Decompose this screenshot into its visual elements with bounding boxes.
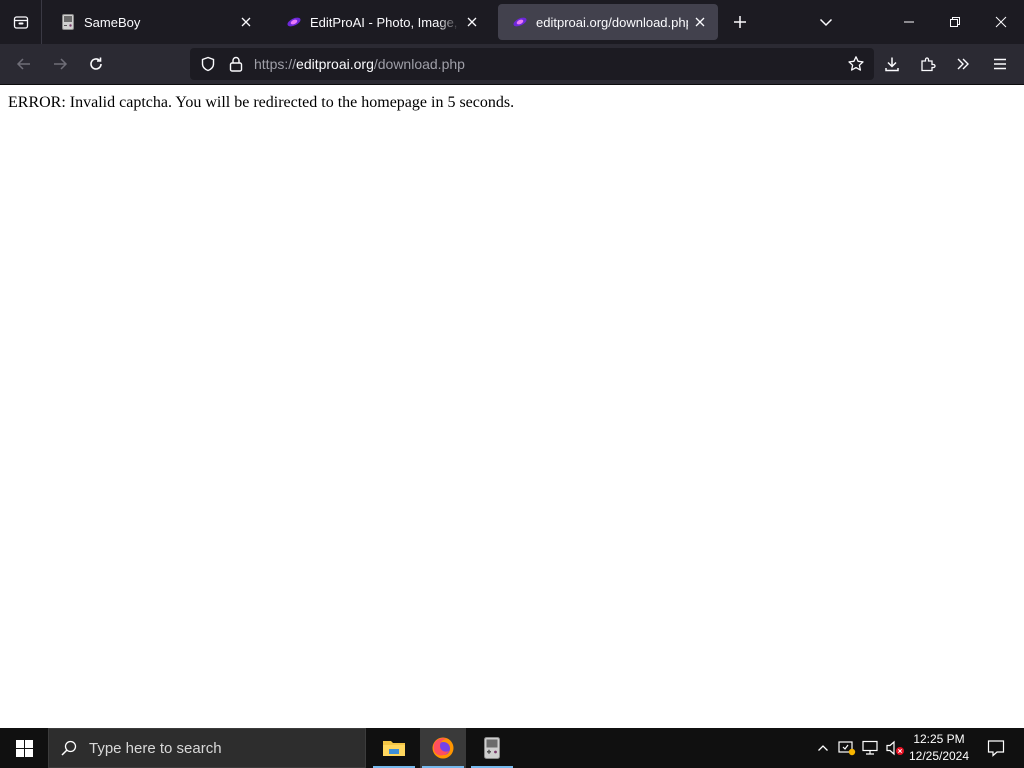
volume-tray-icon[interactable] xyxy=(884,728,906,768)
url-path: /download.php xyxy=(373,56,465,72)
show-hidden-icons-button[interactable] xyxy=(812,728,834,768)
app-menu-button[interactable] xyxy=(984,48,1016,80)
url-scheme: https:// xyxy=(254,56,297,72)
close-icon xyxy=(995,16,1007,28)
folder-icon xyxy=(383,741,405,756)
firefox-icon xyxy=(432,737,454,759)
editproai-icon xyxy=(512,14,528,30)
new-tab-button[interactable] xyxy=(722,4,758,40)
defender-warning-icon xyxy=(838,741,856,756)
network-icon xyxy=(862,740,878,755)
gameboy-icon xyxy=(484,737,500,759)
chevron-double-right-icon xyxy=(957,58,969,70)
bookmark-star-icon[interactable] xyxy=(846,54,866,74)
close-tab-icon[interactable] xyxy=(688,10,712,34)
forward-button[interactable] xyxy=(44,48,76,80)
tab-sameboy[interactable]: SameBoy xyxy=(46,4,264,40)
search-placeholder: Type here to search xyxy=(89,739,222,757)
notifications-button[interactable] xyxy=(976,728,1016,768)
download-icon xyxy=(885,57,899,72)
windows-taskbar: Type here to search 12:25 PM 12/25/2024 xyxy=(0,728,1024,768)
reload-button[interactable] xyxy=(80,48,112,80)
minimize-button[interactable] xyxy=(886,0,932,44)
address-bar[interactable]: https://editproai.org/download.php xyxy=(190,48,874,80)
forward-arrow-icon xyxy=(54,58,68,70)
close-tab-icon[interactable] xyxy=(460,10,484,34)
tab-title: SameBoy xyxy=(84,14,141,30)
windows-logo-icon xyxy=(15,739,33,757)
downloads-button[interactable] xyxy=(876,48,908,80)
tab-strip: SameBoy EditProAI - Photo, Image, Video … xyxy=(0,0,1024,44)
notification-icon xyxy=(987,740,1005,757)
volume-muted-icon xyxy=(886,740,904,756)
sameboy-taskbar-button[interactable] xyxy=(469,728,515,768)
extensions-button[interactable] xyxy=(912,48,944,80)
close-tab-icon[interactable] xyxy=(234,10,258,34)
search-icon xyxy=(59,738,79,758)
url-text[interactable]: https://editproai.org/download.php xyxy=(254,48,465,80)
clock-date: 12/25/2024 xyxy=(908,749,970,763)
tab-title: editproai.org/download.php xyxy=(536,14,688,30)
lock-icon[interactable] xyxy=(226,54,246,74)
tab-download[interactable]: editproai.org/download.php xyxy=(498,4,718,40)
back-button[interactable] xyxy=(8,48,40,80)
plus-icon xyxy=(734,16,746,28)
gameboy-icon xyxy=(60,14,76,30)
security-tray-icon[interactable] xyxy=(836,728,858,768)
clock-time: 12:25 PM xyxy=(913,732,965,746)
list-all-tabs-button[interactable] xyxy=(808,4,844,40)
taskbar-search-box[interactable]: Type here to search xyxy=(48,728,366,768)
tab-editproai[interactable]: EditProAI - Photo, Image, Video xyxy=(272,4,490,40)
restore-icon xyxy=(950,17,960,27)
minimize-icon xyxy=(904,21,914,23)
tab-title: EditProAI - Photo, Image, Video xyxy=(310,14,460,30)
error-message: ERROR: Invalid captcha. You will be redi… xyxy=(8,94,515,111)
start-button[interactable] xyxy=(0,728,48,768)
taskbar-clock[interactable]: 12:25 PM 12/25/2024 xyxy=(906,728,972,768)
tracking-protection-icon[interactable] xyxy=(198,54,218,74)
restore-button[interactable] xyxy=(932,0,978,44)
firefox-taskbar-button[interactable] xyxy=(420,728,466,768)
close-window-button[interactable] xyxy=(978,0,1024,44)
reload-icon xyxy=(90,57,102,70)
chevron-down-icon xyxy=(819,18,833,27)
firefox-view-icon xyxy=(13,16,28,29)
hamburger-menu-icon xyxy=(994,58,1006,70)
page-content: ERROR: Invalid captcha. You will be redi… xyxy=(0,86,1024,728)
file-explorer-taskbar-button[interactable] xyxy=(371,728,417,768)
more-tools-button[interactable] xyxy=(947,48,979,80)
chevron-up-icon xyxy=(818,745,828,751)
editproai-icon xyxy=(286,14,302,30)
back-arrow-icon xyxy=(16,58,30,70)
url-host: editproai.org xyxy=(296,56,374,72)
puzzle-icon xyxy=(921,57,936,72)
navigation-toolbar: https://editproai.org/download.php xyxy=(0,44,1024,85)
network-tray-icon[interactable] xyxy=(860,728,882,768)
firefox-view-button[interactable] xyxy=(0,0,42,44)
